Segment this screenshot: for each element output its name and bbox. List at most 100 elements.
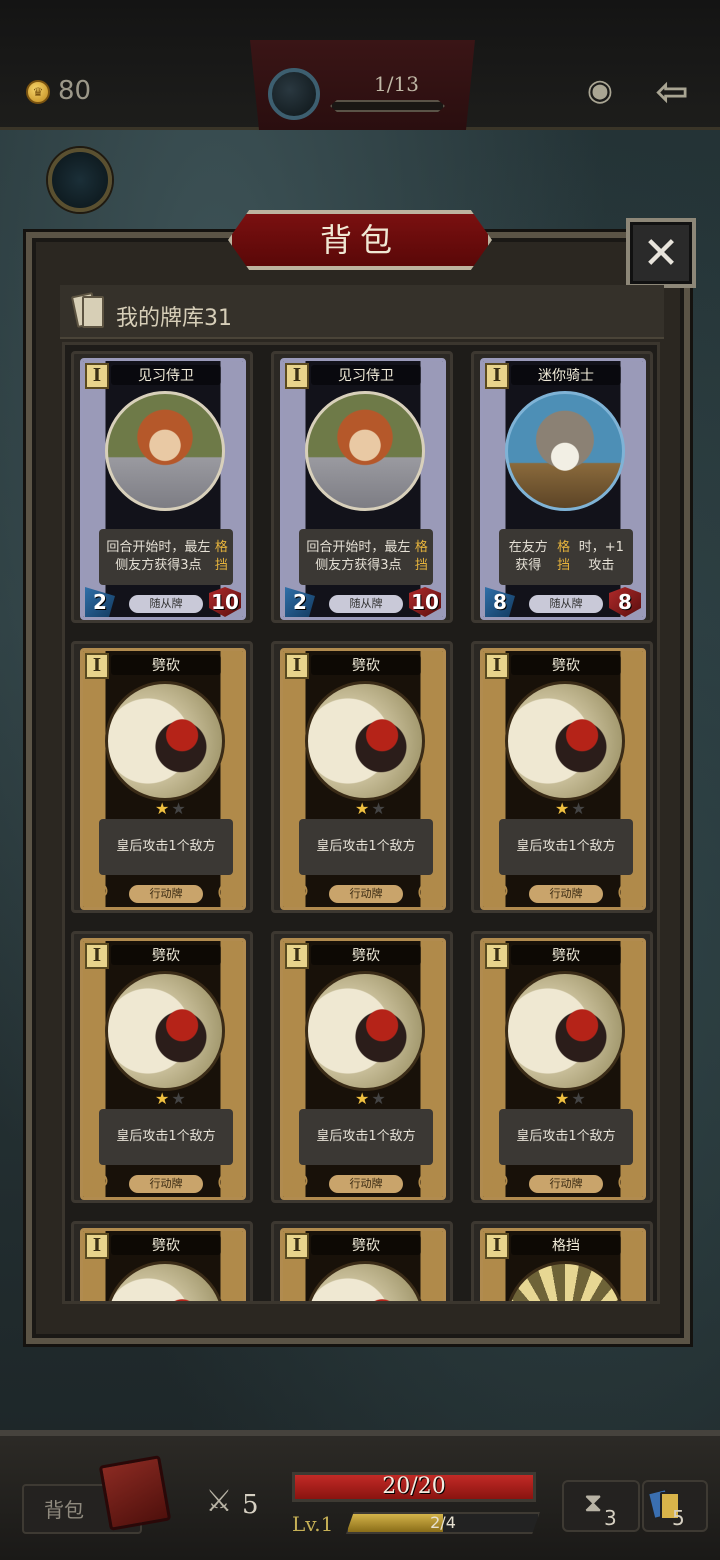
card-description: 回合开始时，最左侧友方获得3点 格挡 [99, 529, 233, 585]
swirl-ornament: @ [217, 879, 239, 904]
card-type: 行动牌 [329, 1175, 403, 1193]
close-button[interactable]: ✕ [626, 218, 696, 288]
card-type: 行动牌 [129, 1175, 203, 1193]
action-card[interactable]: I 劈砍 ★★ 皇后攻击1个敌方 行动牌 @ @ [480, 648, 646, 910]
card-slot[interactable]: I 劈砍 ★★ 皇后攻击1个敌方 行动牌 @ @ [71, 641, 253, 913]
card-slot[interactable]: I 劈砍 ★★ 皇后攻击1个敌方 行动牌 @ @ [71, 931, 253, 1203]
star-icon: ★ [355, 1089, 372, 1108]
card-slot[interactable]: I 劈砍 ★★ 皇后攻击1个敌方 行动牌 @ @ [271, 641, 453, 913]
card-art [505, 681, 625, 801]
draw-count: 5 [672, 1506, 685, 1530]
tier-badge: I [85, 653, 109, 679]
card-description: 皇后攻击1个敌方 [99, 819, 233, 875]
level-label: Lv.1 [292, 1512, 334, 1536]
keyword-highlight: 格挡 [557, 540, 571, 573]
minion-card[interactable]: I 迷你骑士 在友方获得 格挡 时，+1攻击 随从牌 8 8 [480, 358, 646, 620]
card-description: 皇后攻击1个敌方 [499, 1109, 633, 1165]
card-name: 劈砍 [111, 655, 221, 675]
card-grid[interactable]: I 见习侍卫 回合开始时，最左侧友方获得3点 格挡 随从牌 2 10 I 见习侍卫 回合开始时，最… [62, 342, 660, 1304]
tier-badge: I [485, 363, 509, 389]
card-name: 劈砍 [311, 655, 421, 675]
attack-value: 5 [242, 1490, 259, 1520]
action-card[interactable]: I 劈砍 ★★ 皇后攻击1个敌方 行动牌 @ @ [280, 938, 446, 1200]
star-icon: ★ [155, 799, 172, 818]
tier-badge: I [85, 363, 109, 389]
card-type: 行动牌 [529, 885, 603, 903]
stage-progress-text: 1/13 [374, 72, 419, 96]
action-card[interactable]: I劈砍★★ [80, 1228, 246, 1301]
card-name: 劈砍 [511, 945, 621, 965]
card-art [505, 391, 625, 511]
card-slot[interactable]: I 劈砍 ★★ 皇后攻击1个敌方 行动牌 @ @ [471, 931, 653, 1203]
tier-badge: I [485, 1233, 509, 1259]
card-slot[interactable]: I劈砍★★ [271, 1221, 453, 1301]
star-icon: ★ [371, 1089, 388, 1108]
swirl-ornament: @ [87, 879, 109, 904]
keyword-highlight: 格挡 [214, 540, 228, 573]
card-type: 随从牌 [329, 595, 403, 613]
star-icon: ★ [355, 799, 372, 818]
map-portal-icon[interactable] [48, 148, 112, 212]
coin-icon: ♛ [26, 80, 50, 104]
card-slot[interactable]: I 劈砍 ★★ 皇后攻击1个敌方 行动牌 @ @ [471, 641, 653, 913]
tier-badge: I [485, 943, 509, 969]
swirl-ornament: @ [487, 879, 509, 904]
card-art [305, 681, 425, 801]
action-card[interactable]: I 劈砍 ★★ 皇后攻击1个敌方 行动牌 @ @ [480, 938, 646, 1200]
close-icon: ✕ [642, 227, 680, 279]
star-icon: ★ [571, 799, 588, 818]
card-slot[interactable]: I 见习侍卫 回合开始时，最左侧友方获得3点 格挡 随从牌 2 10 [71, 351, 253, 623]
xp-text: 2/4 [430, 1513, 456, 1532]
minion-card[interactable]: I 见习侍卫 回合开始时，最左侧友方获得3点 格挡 随从牌 2 10 [80, 358, 246, 620]
action-card[interactable]: I劈砍★★ [280, 1228, 446, 1301]
keyword-highlight: 格挡 [414, 540, 428, 573]
card-art [305, 391, 425, 511]
swirl-ornament: @ [87, 1169, 109, 1194]
book-icon[interactable] [98, 1455, 172, 1531]
card-type: 行动牌 [329, 885, 403, 903]
card-slot[interactable]: I 迷你骑士 在友方获得 格挡 时，+1攻击 随从牌 8 8 [471, 351, 653, 623]
tier-badge: I [285, 653, 309, 679]
panel-title: 背包 [319, 221, 400, 259]
action-card[interactable]: I 劈砍 ★★ 皇后攻击1个敌方 行动牌 @ @ [280, 648, 446, 910]
card-name: 劈砍 [111, 1235, 221, 1255]
swirl-ornament: @ [487, 1169, 509, 1194]
hourglass-icon: ⧗ [584, 1488, 603, 1518]
card-name: 劈砍 [311, 1235, 421, 1255]
action-card[interactable]: I 格挡 [480, 1228, 646, 1301]
card-slot[interactable]: I 劈砍 ★★ 皇后攻击1个敌方 行动牌 @ @ [271, 931, 453, 1203]
card-art [105, 391, 225, 511]
tier-badge: I [85, 943, 109, 969]
gold-count: 80 [58, 76, 92, 106]
tier-badge: I [85, 1233, 109, 1259]
bag-button-label: 背包 [44, 1498, 84, 1522]
star-icon: ★ [171, 799, 188, 818]
card-slot[interactable]: I 格挡 [471, 1221, 653, 1301]
tier-badge: I [285, 943, 309, 969]
star-icon: ★ [555, 799, 572, 818]
card-description: 回合开始时，最左侧友方获得3点 格挡 [299, 529, 433, 585]
discard-count: 3 [604, 1506, 617, 1530]
rarity-stars: ★★ [355, 1089, 388, 1108]
swirl-ornament: @ [617, 1169, 639, 1194]
card-art [505, 971, 625, 1091]
swirl-ornament: @ [217, 1169, 239, 1194]
back-arrow-icon[interactable]: ⇦ [650, 70, 694, 114]
minion-card[interactable]: I 见习侍卫 回合开始时，最左侧友方获得3点 格挡 随从牌 2 10 [280, 358, 446, 620]
card-name: 见习侍卫 [311, 365, 421, 385]
rarity-stars: ★★ [555, 799, 588, 818]
card-slot[interactable]: I劈砍★★ [71, 1221, 253, 1301]
swirl-ornament: @ [417, 879, 439, 904]
hp-text: 20/20 [382, 1474, 446, 1499]
stage-progress-bar [330, 100, 445, 112]
action-card[interactable]: I 劈砍 ★★ 皇后攻击1个敌方 行动牌 @ @ [80, 938, 246, 1200]
card-slot[interactable]: I 见习侍卫 回合开始时，最左侧友方获得3点 格挡 随从牌 2 10 [271, 351, 453, 623]
card-description: 皇后攻击1个敌方 [299, 1109, 433, 1165]
rarity-stars: ★★ [555, 1089, 588, 1108]
eye-icon[interactable]: ◉ [581, 74, 619, 108]
card-name: 劈砍 [311, 945, 421, 965]
card-name: 迷你骑士 [511, 365, 621, 385]
card-art [105, 971, 225, 1091]
action-card[interactable]: I 劈砍 ★★ 皇后攻击1个敌方 行动牌 @ @ [80, 648, 246, 910]
star-icon: ★ [371, 799, 388, 818]
